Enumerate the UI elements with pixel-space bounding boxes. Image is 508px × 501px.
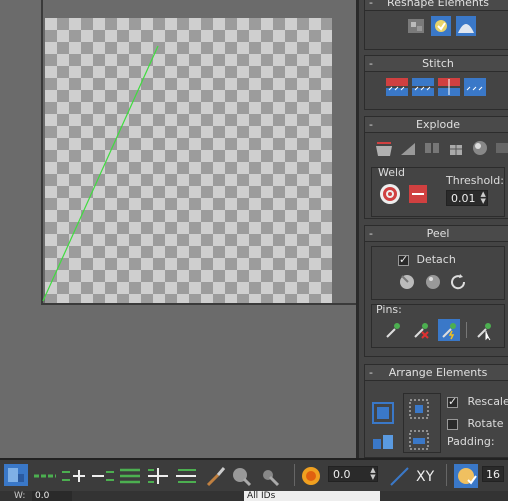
stitch-to-source-icon[interactable]: [463, 76, 486, 98]
w-label: W:: [14, 491, 26, 501]
xy-axis-label[interactable]: XY: [416, 469, 434, 485]
toolbar-divider: [294, 464, 295, 486]
soft-selection-toggle-icon[interactable]: [300, 465, 322, 487]
stitch-custom-icon[interactable]: [385, 76, 408, 98]
rollout-header[interactable]: - Explode: [365, 117, 508, 133]
rotate-option: Rotate: [447, 417, 504, 430]
break-icon[interactable]: [421, 137, 443, 159]
pins-group: Pins:: [371, 303, 505, 348]
selection-mode-icon[interactable]: [4, 464, 28, 486]
rollout-explode: - Explode Weld Threshold: 0.01 ▲ ▼: [364, 116, 508, 219]
rollout-title: Stitch: [422, 57, 454, 70]
detach-label: Detach: [416, 253, 456, 266]
edge-distance-icon[interactable]: [454, 464, 478, 488]
toolbar-divider: [446, 464, 447, 486]
pack-together-icon[interactable]: [371, 431, 393, 453]
stitch-to-target-icon[interactable]: [411, 76, 434, 98]
weld-label: Weld: [378, 166, 406, 179]
padding-label: Padding:: [447, 435, 495, 448]
unpin-icon[interactable]: [410, 319, 432, 341]
rotate-checkbox[interactable]: [447, 418, 458, 430]
weld-group: Weld Threshold: 0.01 ▲ ▼: [371, 166, 505, 217]
spinner-arrows-icon[interactable]: ▲ ▼: [480, 191, 488, 205]
paint-brush-icon[interactable]: [204, 465, 226, 487]
rescale-label: Rescale: [467, 395, 508, 408]
rescale-checkbox[interactable]: [447, 395, 458, 408]
toolbar-second-row: W: 0.0 All IDs: [0, 491, 508, 501]
rotate-label: Rotate: [467, 417, 504, 430]
sphere-explode-icon[interactable]: [469, 137, 491, 159]
stitch-to-average-icon[interactable]: [437, 76, 460, 98]
uv-editor-viewport[interactable]: [0, 0, 356, 458]
rollout-header[interactable]: - Peel: [365, 226, 508, 242]
quick-peel-icon[interactable]: [422, 270, 444, 292]
detach-grid-icon[interactable]: [445, 137, 467, 159]
collapse-icon[interactable]: -: [369, 117, 373, 132]
pack-rescale-icon[interactable]: [408, 429, 430, 451]
threshold-spinner[interactable]: 0.01 ▲ ▼: [446, 190, 488, 206]
pack-icons-group: [403, 393, 441, 453]
rollout-title: Arrange Elements: [388, 366, 488, 379]
falloff-spinner[interactable]: 0.0 ▲ ▼: [328, 466, 378, 482]
uv-edge-line[interactable]: [0, 0, 356, 458]
pack-custom-icon[interactable]: [408, 398, 430, 420]
rollout-title: Peel: [426, 227, 450, 240]
auto-pin-icon[interactable]: [438, 319, 460, 341]
circle-shape-icon[interactable]: [455, 15, 477, 37]
peel-mode-icon[interactable]: [396, 270, 418, 292]
flatten-icon[interactable]: [493, 137, 508, 159]
rollout-title: Explode: [416, 118, 460, 131]
pin-icon[interactable]: [382, 319, 404, 341]
rescale-option: Rescale: [447, 395, 508, 408]
loop-grow-icon[interactable]: [146, 465, 168, 487]
threshold-value[interactable]: 0.01: [447, 192, 480, 205]
relax-icon[interactable]: [430, 15, 452, 37]
edge-mode-icon[interactable]: [32, 465, 56, 487]
shrink-icon[interactable]: [90, 465, 114, 487]
id-filter-dropdown[interactable]: All IDs: [244, 491, 380, 501]
rollout-header[interactable]: - Reshape Elements: [365, 0, 508, 11]
straighten-selection-icon[interactable]: [405, 15, 427, 37]
select-pins-icon[interactable]: [473, 319, 495, 341]
rollout-arrange-elements: - Arrange Elements Rescale Rotate Paddin…: [364, 364, 508, 458]
loop-shrink-icon[interactable]: [174, 465, 196, 487]
loop-icon[interactable]: [118, 465, 140, 487]
w-value[interactable]: 0.0: [32, 491, 72, 501]
threshold-label: Threshold:: [446, 174, 504, 187]
rollout-header[interactable]: - Arrange Elements: [365, 365, 508, 381]
paint-select-icon[interactable]: [258, 465, 280, 487]
soft-select-icon[interactable]: [230, 465, 252, 487]
rollout-title: Reshape Elements: [387, 0, 489, 9]
pins-divider: [466, 322, 467, 338]
rollout-header[interactable]: - Stitch: [365, 56, 508, 72]
uv-edge-segment: [42, 45, 159, 302]
command-panel: - Reshape Elements - Stitch - Explode We…: [356, 0, 508, 458]
rollout-reshape-elements: - Reshape Elements: [364, 0, 508, 50]
rollout-peel: - Peel Detach Pins:: [364, 225, 508, 357]
edge-distance-value[interactable]: 16: [482, 466, 504, 482]
weld-selected-icon[interactable]: [406, 182, 428, 204]
spinner-arrows-icon[interactable]: ▲ ▼: [369, 467, 377, 481]
bottom-toolbar: 0.0 ▲ ▼ XY 16 W: 0.0 All IDs: [0, 458, 508, 501]
reset-peel-icon[interactable]: [448, 270, 470, 292]
collapse-icon[interactable]: -: [369, 365, 373, 380]
collapse-icon[interactable]: -: [369, 226, 373, 241]
grow-icon[interactable]: [60, 465, 85, 487]
collapse-icon[interactable]: -: [369, 0, 373, 10]
falloff-type-icon[interactable]: [388, 465, 410, 487]
explode-basket-icon[interactable]: [373, 137, 395, 159]
peel-group: Detach: [371, 246, 505, 300]
collapse-icon[interactable]: -: [369, 56, 373, 71]
pack-normalize-icon[interactable]: [371, 401, 394, 424]
detach-checkbox[interactable]: [398, 253, 409, 266]
pins-label: Pins:: [376, 303, 402, 316]
split-corner-icon[interactable]: [397, 137, 419, 159]
falloff-value[interactable]: 0.0: [329, 468, 355, 481]
weld-target-icon[interactable]: [378, 182, 400, 204]
rollout-stitch: - Stitch: [364, 55, 508, 110]
